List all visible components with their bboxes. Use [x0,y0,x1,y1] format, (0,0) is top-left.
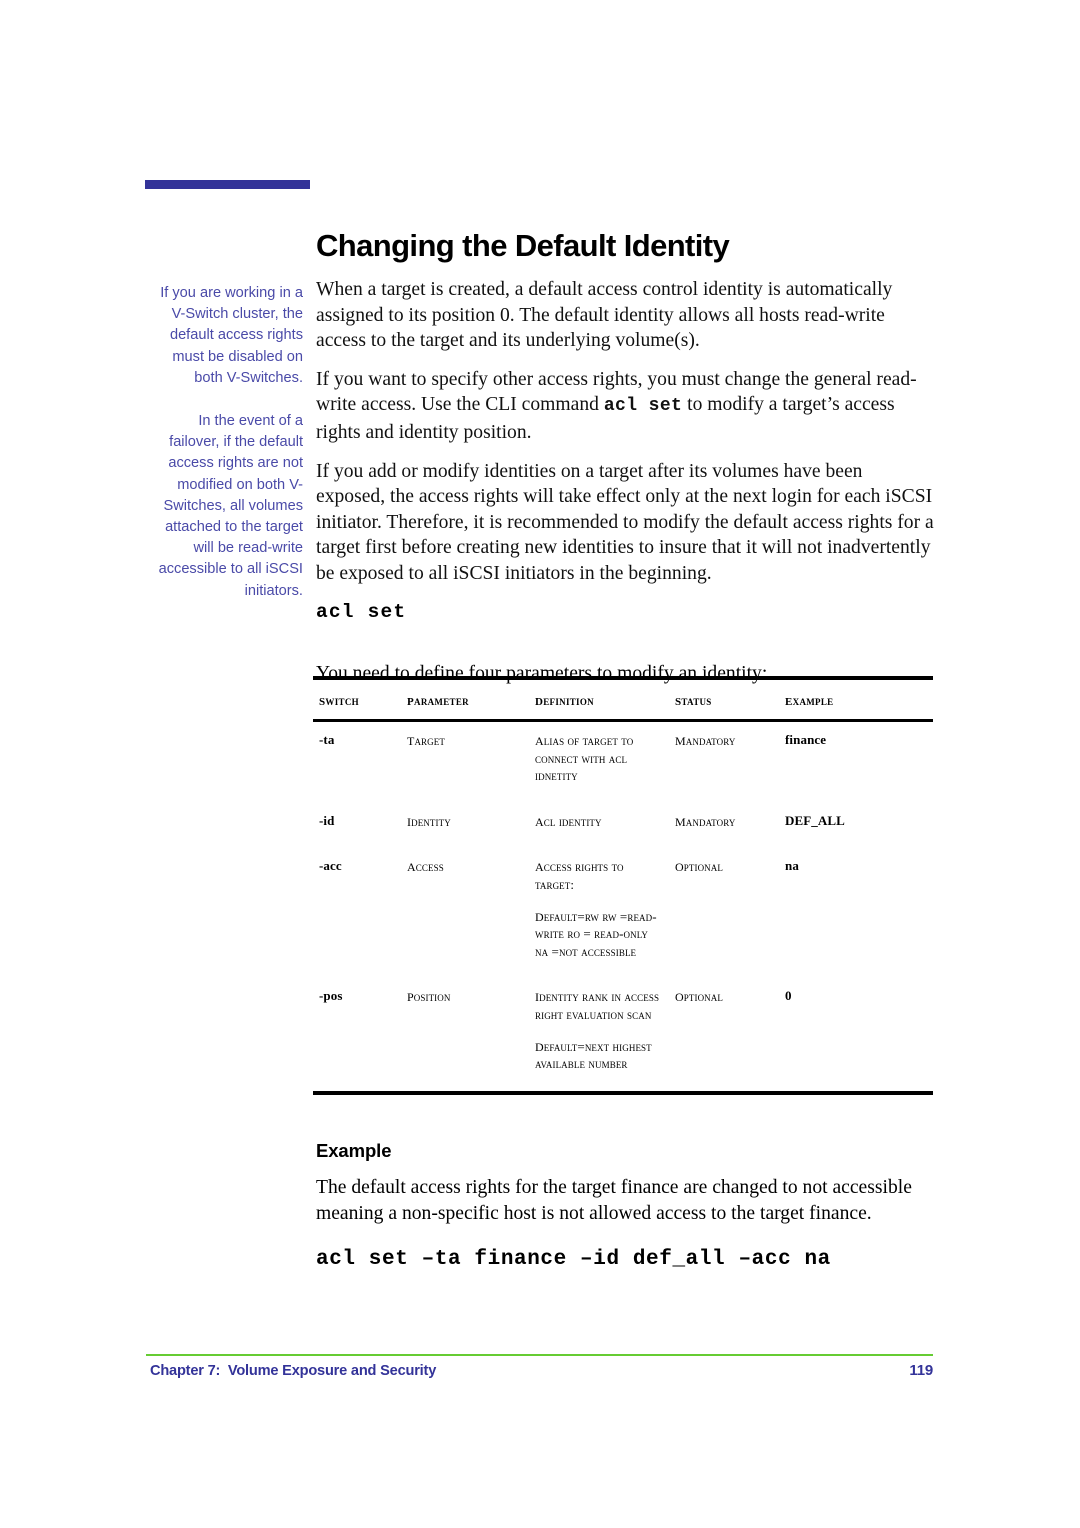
column-header-status: Status [675,690,712,709]
definition-spacer [535,1024,663,1037]
footer-page-number: 119 [909,1362,933,1379]
cell-switch: -id [319,812,335,828]
example-command-line: acl set –ta finance –id def_all –acc na [316,1248,831,1272]
example-heading: Example [316,1140,392,1161]
cell-parameter: Target [407,730,445,749]
example-section: Example The default access rights for th… [316,1140,946,1271]
cell-example: DEF_ALL [785,812,845,828]
definition-block: Default=RW RW =read-write RO = read-only… [535,905,657,959]
column-header-example: Example [785,690,834,709]
cell-parameter: Access [407,856,444,876]
table-row: -pos Position Identity rank in access ri… [313,978,933,1090]
definition-block: Alias of target to connect with ACL idne… [535,730,634,784]
cell-definition: ACL identity [529,803,669,849]
table-header-row: Switch Parameter Definition Status Examp… [313,680,933,719]
table-body: -ta Target Alias of target to connect wi… [313,722,933,1091]
table-header: Switch Parameter Definition Status Examp… [313,680,933,719]
cell-switch: -ta [319,732,335,747]
table-row: -acc Access Access rights to target: Def… [313,848,933,978]
column-header-definition: Definition [535,690,594,709]
cell-example: finance [785,732,827,747]
cell-example: na [785,858,799,874]
column-header-parameter: Parameter [407,690,469,709]
document-page: Changing the Default Identity If you are… [0,0,1080,1528]
cell-switch: -acc [319,858,342,874]
table-row: -ta Target Alias of target to connect wi… [313,722,933,803]
main-text-column: When a target is created, a default acce… [316,277,936,696]
cell-status: Mandatory [675,730,736,749]
page-title: Changing the Default Identity [316,227,730,263]
parameter-table: Switch Parameter Definition Status Examp… [313,680,933,719]
cell-definition: Access rights to target: Default=RW RW =… [529,848,669,978]
body-paragraph-3: If you add or modify identities on a tar… [316,460,934,584]
definition-block: ACL identity [535,810,602,830]
footer-chapter-label: Chapter 7: Volume Exposure and Security [150,1363,437,1379]
margin-note-column: If you are working in a V-Switch cluster… [150,283,303,602]
page-footer: Chapter 7: Volume Exposure and Security … [150,1362,933,1379]
definition-block: Access rights to target: [535,856,624,892]
cell-status: Optional [675,986,723,1006]
cell-parameter: Position [407,986,451,1006]
footer-rule [146,1354,933,1356]
column-header-switch: Switch [319,690,359,709]
body-paragraph-2: If you want to specify other access righ… [316,367,936,446]
table-row: -id Identity ACL identity Mandatory DEF_… [313,803,933,849]
body-paragraph-1: When a target is created, a default acce… [316,279,893,352]
definition-spacer [535,894,663,907]
cell-definition: Identity rank in access right evaluation… [529,978,669,1090]
margin-note-failover: In the event of a failover, if the defau… [158,413,303,599]
definition-block: Identity rank in access right evaluation… [535,986,660,1022]
example-description: The default access rights for the target… [316,1177,912,1224]
cell-parameter: Identity [407,810,451,830]
cell-definition: Alias of target to connect with ACL idne… [529,722,669,803]
cell-status: Optional [675,856,723,876]
cell-example: 0 [785,988,792,1004]
parameter-table-container: Switch Parameter Definition Status Examp… [313,676,933,1095]
table-bottom-rule [313,1090,933,1095]
parameter-table-body: -ta Target Alias of target to connect wi… [313,722,933,1091]
margin-note-cluster: If you are working in a V-Switch cluster… [160,285,303,386]
cell-status: Mandatory [675,810,736,830]
title-accent-rule [145,180,310,189]
definition-block: Default=next highest available number [535,1035,652,1072]
inline-command-acl-set: acl set [603,396,683,417]
command-heading-acl-set: acl set [316,600,407,623]
cell-switch: -pos [319,988,343,1004]
